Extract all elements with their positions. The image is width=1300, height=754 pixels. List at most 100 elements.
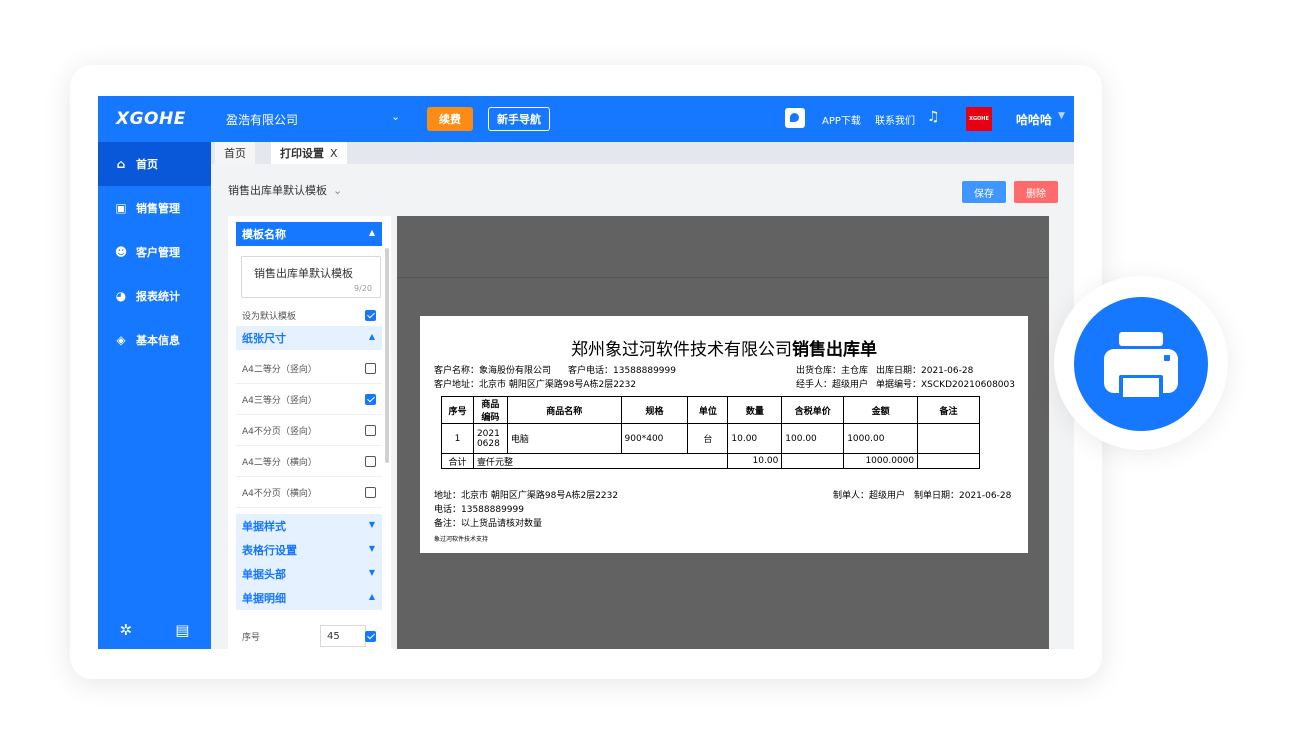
section-table-rows[interactable]: 表格行设置 ▼ bbox=[236, 538, 382, 562]
table-cell bbox=[917, 453, 980, 469]
table-header: 含税单价 bbox=[781, 396, 845, 424]
default-template-checkbox[interactable] bbox=[365, 309, 376, 321]
sidebar-footer: ✲ ▤ bbox=[98, 621, 211, 639]
paper-option-checkbox[interactable] bbox=[365, 487, 376, 498]
footer-note: 备注：以上货品请核对数量 bbox=[434, 519, 543, 529]
table-header-row: 序号 商品编码 商品名称 规格 单位 数量 含税单价 金额 备注 bbox=[441, 396, 980, 424]
table-cell: 900*400 bbox=[620, 423, 689, 454]
section-doc-header[interactable]: 单据头部 ▼ bbox=[236, 562, 382, 586]
app-logo-icon[interactable] bbox=[785, 108, 805, 128]
section-paper-size[interactable]: 纸张尺寸 ▲ bbox=[236, 326, 382, 350]
gear-icon[interactable]: ✲ bbox=[120, 621, 133, 639]
table-header: 规格 bbox=[620, 396, 689, 424]
table-header: 备注 bbox=[917, 396, 980, 424]
table-cell: 台 bbox=[687, 423, 729, 454]
section-template-name[interactable]: 模板名称 ▲ bbox=[236, 222, 382, 246]
contact-link[interactable]: 联系我们 bbox=[875, 112, 915, 127]
bell-icon[interactable]: ♫ bbox=[927, 109, 940, 125]
guide-button[interactable]: 新手导航 bbox=[488, 107, 550, 131]
customer-phone: 客户电话：13588889999 bbox=[568, 366, 676, 376]
out-date: 出库日期：2021-06-28 bbox=[876, 366, 974, 376]
warehouse: 出货仓库：主仓库 bbox=[796, 366, 869, 376]
paper-option-label: A4不分页（横向） bbox=[242, 489, 317, 499]
document-title: 郑州象过河软件技术有限公司销售出库单 bbox=[420, 335, 1028, 360]
caret-up-icon: ▲ bbox=[368, 592, 375, 601]
paper-option[interactable]: A4二等分（横向） bbox=[236, 447, 382, 477]
sidebar-item-label: 基本信息 bbox=[136, 334, 180, 347]
tab-home[interactable]: 首页 bbox=[215, 142, 255, 164]
clipboard-icon[interactable]: ▤ bbox=[175, 621, 189, 639]
seq-row: 序号 45 bbox=[236, 621, 382, 649]
company-selector[interactable]: 盈浩有限公司 bbox=[226, 111, 298, 128]
paper-option-label: A4二等分（竖向） bbox=[242, 365, 317, 375]
title-doc-type: 销售出库单 bbox=[792, 340, 877, 360]
section-doc-style[interactable]: 单据样式 ▼ bbox=[236, 514, 382, 538]
paper-option[interactable]: A4不分页（竖向） bbox=[236, 416, 382, 446]
paper-option[interactable]: A4二等分（竖向） bbox=[236, 354, 382, 384]
handler: 经手人：超级用户 bbox=[796, 380, 869, 390]
renew-button[interactable]: 续费 bbox=[427, 107, 473, 131]
print-badge[interactable] bbox=[1074, 297, 1208, 431]
seq-checkbox[interactable] bbox=[365, 630, 376, 642]
chevron-down-icon[interactable]: ⌄ bbox=[391, 110, 400, 123]
section-doc-detail[interactable]: 单据明细 ▲ bbox=[236, 586, 382, 610]
table-cell bbox=[781, 453, 845, 469]
user-chevron-icon[interactable]: ▼ bbox=[1058, 111, 1065, 121]
settings-panel: 模板名称 ▲ 销售出库单默认模板 9/20 设为默认模板 纸张尺寸 ▲ A4二等… bbox=[228, 216, 391, 649]
caret-down-icon: ▼ bbox=[368, 544, 375, 553]
char-count: 9/20 bbox=[354, 284, 372, 293]
tab-label: 首页 bbox=[224, 147, 246, 160]
paper-option-checkbox[interactable] bbox=[365, 394, 376, 405]
caret-down-icon: ▼ bbox=[368, 520, 375, 529]
logo: XGOHE bbox=[116, 109, 186, 129]
sidebar-item-label: 报表统计 bbox=[136, 290, 180, 303]
table-header: 商品名称 bbox=[506, 396, 622, 424]
seq-label: 序号 bbox=[242, 632, 261, 643]
close-icon[interactable]: X bbox=[330, 147, 338, 160]
customer-address: 客户地址：北京市 朝阳区广渠路98号A栋2层2232 bbox=[434, 380, 637, 390]
layers-icon: ◈ bbox=[116, 333, 126, 347]
delete-button[interactable]: 删除 bbox=[1014, 181, 1058, 203]
tab-print-settings[interactable]: 打印设置 X bbox=[271, 142, 347, 164]
paper-option-checkbox[interactable] bbox=[365, 425, 376, 436]
table-header: 商品编码 bbox=[472, 396, 508, 424]
save-button[interactable]: 保存 bbox=[962, 181, 1006, 203]
sidebar-item-customers[interactable]: ☻ 客户管理 bbox=[98, 230, 211, 274]
template-name-input[interactable]: 销售出库单默认模板 9/20 bbox=[241, 256, 381, 298]
caret-up-icon: ▲ bbox=[368, 228, 375, 237]
section-title: 模板名称 bbox=[242, 228, 286, 241]
seq-width-input[interactable]: 45 bbox=[320, 625, 366, 647]
sidebar-item-home[interactable]: ⌂ 首页 bbox=[98, 142, 211, 186]
avatar[interactable]: XGOHE bbox=[966, 107, 992, 131]
table-row: 1 2021 0628 电脑 900*400 台 10.00 100.00 10… bbox=[441, 423, 980, 454]
user-name[interactable]: 哈哈哈 bbox=[1016, 111, 1052, 128]
table-header: 数量 bbox=[727, 396, 783, 424]
paper-option-checkbox[interactable] bbox=[365, 456, 376, 467]
section-title: 表格行设置 bbox=[242, 544, 297, 557]
user-icon: ☻ bbox=[114, 245, 128, 259]
app-download-link[interactable]: APP下载 bbox=[822, 112, 861, 127]
paper-option-checkbox[interactable] bbox=[365, 363, 376, 374]
sidebar-item-sales[interactable]: ▣ 销售管理 bbox=[98, 186, 211, 230]
tab-bar: 首页 打印设置 X bbox=[211, 142, 1074, 164]
settings-scrollbar[interactable] bbox=[385, 248, 389, 463]
maker: 制单人：超级用户 bbox=[833, 491, 906, 501]
app-window: XGOHE 盈浩有限公司 ⌄ 续费 新手导航 APP下载 联系我们 ♫ XGOH… bbox=[98, 96, 1074, 649]
document-paper: 郑州象过河软件技术有限公司销售出库单 客户名称：象海股份有限公司 客户电话：13… bbox=[420, 316, 1028, 553]
template-selector[interactable]: 销售出库单默认模板 ⌄ bbox=[228, 182, 342, 198]
sidebar-item-reports[interactable]: ◕ 报表统计 bbox=[98, 274, 211, 318]
paper-option-label: A4不分页（竖向） bbox=[242, 427, 317, 437]
paper-option-label: A4三等分（竖向） bbox=[242, 396, 317, 406]
doc-number: 单据编号：XSCKD20210608003 bbox=[876, 380, 1015, 390]
total-words: 壹仟元整 bbox=[472, 453, 729, 469]
section-title: 纸张尺寸 bbox=[242, 332, 286, 345]
caret-up-icon: ▲ bbox=[368, 332, 375, 341]
paper-option[interactable]: A4三等分（竖向） bbox=[236, 385, 382, 415]
caret-down-icon: ▼ bbox=[368, 568, 375, 577]
template-selector-label: 销售出库单默认模板 bbox=[228, 184, 327, 197]
chevron-down-icon: ⌄ bbox=[333, 184, 343, 197]
paper-option[interactable]: A4不分页（横向） bbox=[236, 478, 382, 508]
table-cell: 1000.00 bbox=[843, 423, 919, 454]
customer-name: 客户名称：象海股份有限公司 bbox=[434, 366, 552, 376]
sidebar-item-basic-info[interactable]: ◈ 基本信息 bbox=[98, 318, 211, 362]
